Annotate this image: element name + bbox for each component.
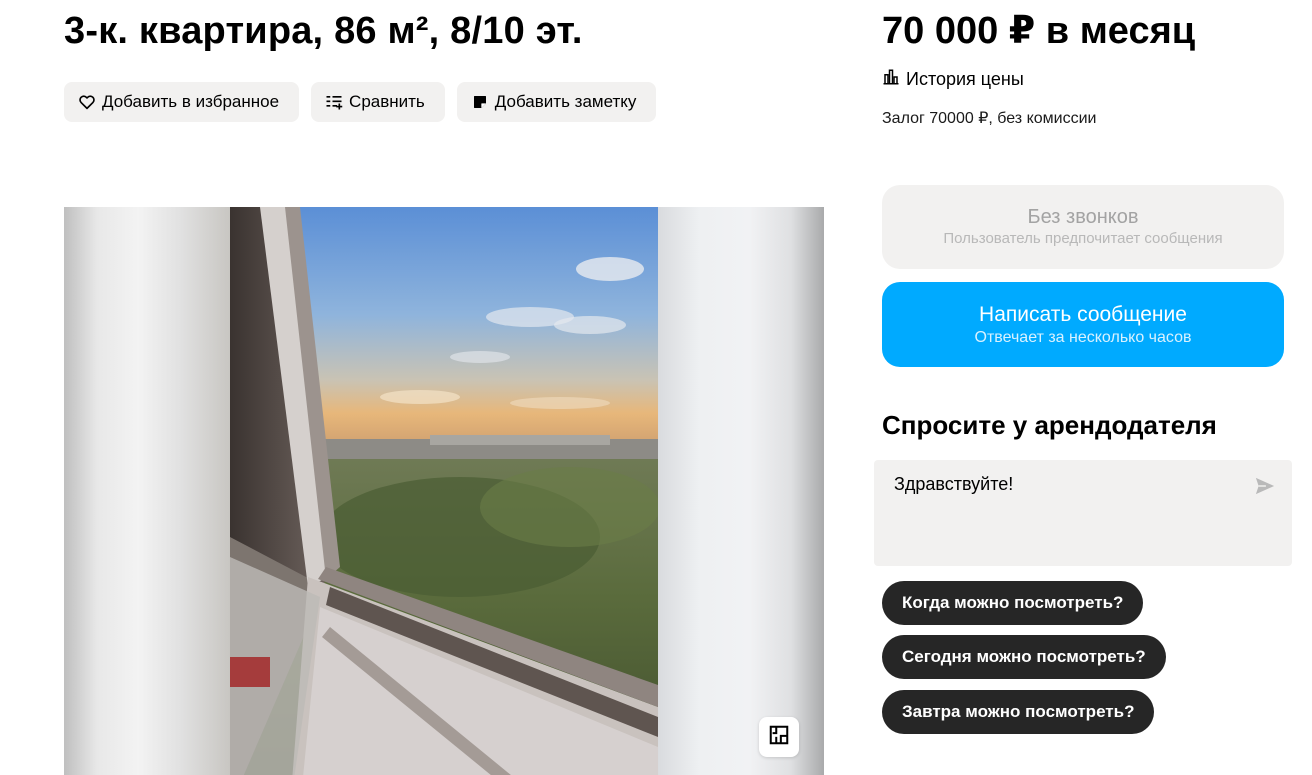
listing-page: 3-к. квартира, 86 м², 8/10 эт. Добавить …	[0, 0, 1312, 775]
no-calls-title: Без звонков	[1027, 206, 1139, 228]
message-input[interactable]	[894, 474, 1234, 495]
heart-icon	[78, 93, 96, 111]
listing-title: 3-к. квартира, 86 м², 8/10 эт.	[64, 10, 583, 52]
add-note-button[interactable]: Добавить заметку	[456, 82, 657, 122]
quick-question-today-view[interactable]: Сегодня можно посмотреть?	[882, 635, 1166, 679]
note-icon	[471, 93, 489, 111]
ask-landlord-title: Спросите у арендодателя	[882, 410, 1217, 440]
compare-label: Сравнить	[349, 92, 425, 111]
bar-chart-icon	[882, 68, 900, 91]
floorplan-icon	[768, 724, 790, 751]
gallery-blurred-edge-right	[658, 207, 824, 775]
add-to-favorites-label: Добавить в избранное	[102, 92, 280, 111]
floorplan-button[interactable]	[759, 717, 799, 757]
price-history-label: История цены	[906, 69, 1024, 89]
deposit-info: Залог 70000 ₽, без комиссии	[882, 110, 1097, 127]
write-message-button[interactable]: Написать сообщение Отвечает за несколько…	[882, 282, 1284, 367]
gallery-blurred-edge-left	[64, 207, 230, 775]
send-icon[interactable]	[1254, 476, 1276, 496]
add-note-label: Добавить заметку	[494, 92, 637, 111]
photo-gallery[interactable]	[64, 207, 824, 775]
price-history-link[interactable]: История цены	[882, 68, 1024, 91]
message-box[interactable]	[874, 460, 1292, 566]
price: 70 000 ₽ в месяц	[882, 10, 1196, 52]
compare-button[interactable]: Сравнить	[311, 82, 445, 122]
no-calls-notice: Без звонков Пользователь предпочитает со…	[882, 185, 1284, 269]
no-calls-subtitle: Пользователь предпочитает сообщения	[943, 230, 1223, 247]
quick-question-when-view[interactable]: Когда можно посмотреть?	[882, 581, 1144, 625]
listing-photo[interactable]	[230, 207, 658, 775]
listing-actions: Добавить в избранное Сравнить Добавить з…	[64, 82, 657, 122]
quick-question-tomorrow-view[interactable]: Завтра можно посмотреть?	[882, 690, 1155, 734]
add-to-favorites-button[interactable]: Добавить в избранное	[64, 82, 300, 122]
compare-list-icon	[325, 93, 343, 111]
write-message-subtitle: Отвечает за несколько часов	[974, 328, 1192, 346]
write-message-title: Написать сообщение	[979, 302, 1187, 326]
